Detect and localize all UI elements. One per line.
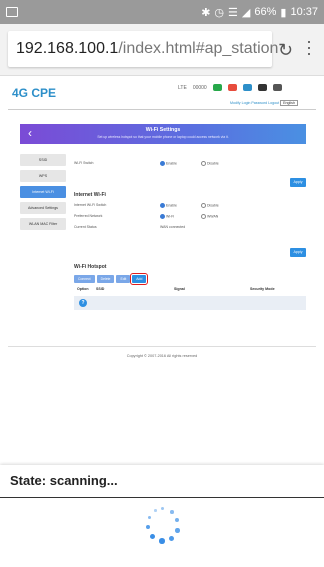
bluetooth-icon: ✱ — [201, 6, 211, 19]
radio-icon — [201, 214, 206, 219]
column-security-mode: Security Mode — [250, 287, 275, 291]
column-option: Option — [77, 287, 89, 291]
scanning-dialog: State: scanning... — [0, 465, 324, 567]
help-icon[interactable]: ? — [79, 299, 87, 307]
internet-wifi-enable-option[interactable]: Enable — [160, 203, 177, 208]
battery-icon: ▮ — [280, 6, 287, 19]
preferred-network-label: Preferred Network — [74, 214, 103, 218]
column-ssid: SSID — [96, 287, 105, 291]
preferred-wifi-option[interactable]: Wi-Fi — [160, 214, 174, 219]
wifi-switch-row: Wi-Fi Switch Enable Disable — [74, 161, 306, 166]
wifi-switch-label: Wi-Fi Switch — [74, 161, 94, 165]
radio-icon — [201, 161, 206, 166]
modify-password-link[interactable]: Modify Login Password — [230, 101, 267, 105]
language-select[interactable]: English — [280, 100, 298, 106]
alarm-icon: ◷ — [214, 6, 225, 19]
url-host: 192.168.100.1 — [16, 40, 119, 57]
url-bar[interactable]: 192.168.100.1/index.html#ap_station — [8, 31, 278, 67]
page-subtitle: Set up wireless hotspot so that your mob… — [97, 135, 229, 139]
wifi-status-icon — [272, 84, 282, 91]
wifi-switch-disable-option[interactable]: Disable — [201, 161, 219, 166]
footer-divider — [8, 346, 316, 347]
browser-toolbar: 192.168.100.1/index.html#ap_station ↻ · ·… — [0, 24, 324, 76]
apply-button[interactable]: Apply — [290, 178, 306, 187]
dialog-title: State: scanning... — [10, 473, 118, 488]
copyright: Copyright © 2007-2016 All rights reserve… — [126, 354, 198, 358]
network-type: LTE — [178, 84, 187, 91]
hotspot-table-body: ? — [74, 296, 306, 310]
internet-wifi-disable-option[interactable]: Disable — [201, 203, 219, 208]
radio-selected-icon — [160, 203, 165, 208]
sidebar-item-internet-wifi[interactable]: Internet Wi-Fi — [20, 186, 66, 198]
clock: 10:37 — [290, 6, 318, 18]
sidebar-item-wlan-mac-filter[interactable]: WLAN MAC Filter — [20, 218, 66, 230]
current-status-label: Current Status — [74, 225, 97, 229]
header-divider — [8, 109, 316, 110]
wifi-switch-enable-option[interactable]: Enable — [160, 161, 177, 166]
settings-sidebar: SSID WPS Internet Wi-Fi Advanced Setting… — [20, 154, 66, 234]
sim-icon — [227, 84, 237, 91]
wifi-icon: ☰ — [228, 6, 238, 19]
status-bar: ✱ ◷ ☰ ◢ 66% ▮ 10:37 — [0, 0, 324, 24]
add-button[interactable]: Add — [130, 273, 149, 285]
logout-link[interactable]: Logout — [268, 101, 279, 105]
top-links: Modify Login Password Logout English — [230, 100, 298, 106]
battery-status-icon — [257, 84, 267, 91]
signal-icon: ◢ — [241, 6, 251, 19]
message-icon[interactable] — [242, 84, 252, 91]
column-signal: Signal — [174, 287, 185, 291]
internet-wifi-switch-label: Internet Wi-Fi Switch — [74, 203, 107, 207]
delete-button[interactable]: Delete — [96, 275, 115, 283]
page-title: Wi-Fi Settings — [145, 127, 181, 133]
apply-button-internet-wifi[interactable]: Apply — [290, 248, 306, 257]
gallery-icon — [6, 7, 18, 17]
internet-wifi-switch-row: Internet Wi-Fi Switch Enable Disable — [74, 203, 306, 208]
sidebar-item-wps[interactable]: WPS — [20, 170, 66, 182]
edit-button[interactable]: Edit — [116, 275, 131, 283]
overflow-menu-icon[interactable]: · · · — [306, 32, 312, 62]
battery-percent: 66% — [254, 6, 277, 18]
preferred-wwan-option[interactable]: WWAN — [201, 214, 218, 219]
radio-icon — [201, 203, 206, 208]
current-status-row: Current Status WAN connected — [74, 225, 306, 229]
connection-icon — [212, 84, 222, 91]
preferred-network-row: Preferred Network Wi-Fi WWAN — [74, 214, 306, 219]
current-status-value: WAN connected — [160, 225, 186, 229]
sidebar-item-ssid[interactable]: SSID — [20, 154, 66, 166]
router-status-icons: LTE 00000 — [178, 84, 282, 91]
internet-wifi-title: Internet Wi-Fi — [74, 192, 106, 198]
signal-label: 00000 — [192, 84, 207, 91]
dialog-divider — [0, 497, 324, 498]
url-path: /index.html#ap_station — [118, 40, 279, 57]
sidebar-item-advanced-settings[interactable]: Advanced Settings — [20, 202, 66, 214]
radio-selected-icon — [160, 161, 165, 166]
wifi-hotspot-title: Wi-Fi Hotspot — [74, 264, 107, 270]
router-page: 4G CPE LTE 00000 Modify Login Password L… — [0, 76, 324, 376]
brand-logo: 4G CPE — [12, 86, 57, 100]
hotspot-actions: Connect Delete Edit Add — [74, 273, 149, 285]
radio-selected-icon — [160, 214, 165, 219]
reload-icon[interactable]: ↻ — [278, 40, 293, 61]
connect-button[interactable]: Connect — [74, 275, 95, 283]
loading-spinner-icon — [141, 505, 185, 549]
page-banner: ‹ Wi-Fi Settings Set up wireless hotspot… — [20, 124, 306, 144]
